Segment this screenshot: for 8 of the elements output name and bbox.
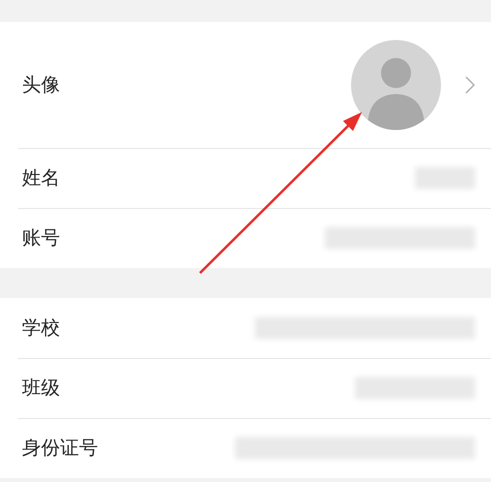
field-label: 班级 <box>22 376 60 401</box>
field-label: 姓名 <box>22 166 60 191</box>
field-label: 账号 <box>22 226 60 251</box>
field-label: 身份证号 <box>22 436 98 461</box>
avatar-icon[interactable] <box>351 40 441 130</box>
field-label: 学校 <box>22 316 60 341</box>
chevron-right-icon <box>465 76 475 94</box>
field-label: 头像 <box>22 73 60 98</box>
